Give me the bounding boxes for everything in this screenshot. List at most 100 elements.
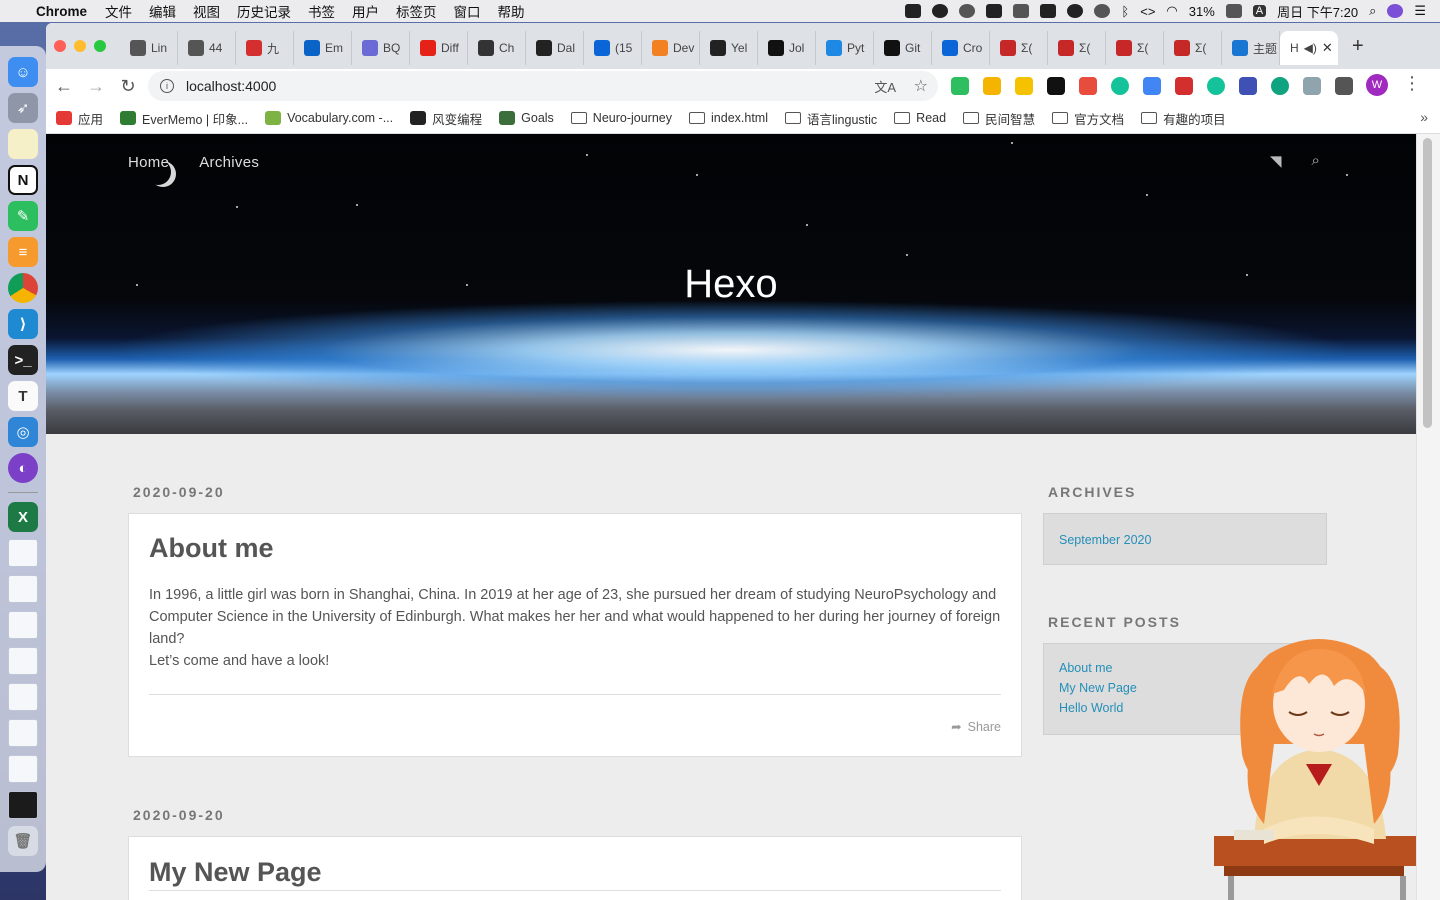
browser-tab[interactable]: Diff — [410, 31, 468, 65]
screenshot-extension-icon[interactable] — [1079, 77, 1097, 95]
bookmark-item[interactable]: 语言lingustic — [785, 109, 877, 128]
post-title[interactable]: About me — [149, 533, 1001, 564]
browser-tab[interactable]: Em — [294, 31, 352, 65]
document-thumbnail[interactable] — [8, 755, 38, 783]
url-text[interactable]: localhost:4000 — [186, 78, 276, 94]
network-app-icon[interactable]: ◎ — [8, 417, 38, 447]
battery-percent[interactable]: 31% — [1189, 4, 1215, 19]
bookmark-item[interactable]: 民间智慧 — [963, 109, 1035, 128]
m-extension-icon[interactable] — [1015, 77, 1033, 95]
drive-extension-icon[interactable] — [983, 77, 1001, 95]
creative-cloud-icon[interactable] — [1067, 4, 1084, 18]
wifi-icon[interactable]: ◠ — [1166, 3, 1177, 19]
browser-tab[interactable]: Dal — [526, 31, 584, 65]
more-bookmarks-icon[interactable]: » — [1420, 109, 1428, 125]
browser-tab[interactable]: BQ — [352, 31, 410, 65]
pdf-extension-icon[interactable] — [1175, 77, 1193, 95]
finder-icon[interactable]: ☺ — [8, 57, 38, 87]
zoom-window-button[interactable] — [94, 40, 106, 52]
bookmark-item[interactable]: Read — [894, 111, 946, 125]
share-link[interactable]: ➦ Share — [951, 719, 1001, 735]
browser-tab[interactable]: 主题 — [1222, 31, 1280, 65]
menu-edit[interactable]: 编辑 — [149, 1, 176, 21]
new-tab-button[interactable]: + — [1352, 35, 1364, 58]
close-window-button[interactable] — [54, 40, 66, 52]
sublime-icon[interactable]: ≡ — [8, 237, 38, 267]
browser-tab[interactable]: 九 — [236, 31, 294, 65]
browser-tab[interactable]: Σ( — [1164, 31, 1222, 65]
post-date[interactable]: 2020-09-20 — [133, 484, 225, 500]
excel-file-icon[interactable]: X — [8, 502, 38, 532]
bookmark-item[interactable]: 官方文档 — [1052, 109, 1124, 128]
bookmark-item[interactable]: Neuro-journey — [570, 111, 672, 125]
nav-archives[interactable]: Archives — [199, 154, 259, 171]
magnifier-app-icon[interactable] — [959, 4, 976, 18]
cat-icon[interactable] — [1040, 4, 1057, 18]
browser-tab[interactable]: Jol — [758, 31, 816, 65]
bookmark-item[interactable]: index.html — [689, 111, 768, 125]
evernote-dock-icon[interactable]: ✎ — [8, 201, 38, 231]
menu-history[interactable]: 历史记录 — [237, 1, 291, 21]
scrollbar-thumb[interactable] — [1423, 138, 1432, 428]
search-extension-icon[interactable] — [1303, 77, 1321, 95]
browser-tab[interactable]: Σ( — [990, 31, 1048, 65]
more-menu-icon[interactable]: ⋮ — [1403, 73, 1421, 94]
document-thumbnail[interactable] — [8, 791, 38, 819]
menu-view[interactable]: 视图 — [193, 1, 220, 21]
bookmark-item[interactable]: EverMemo | 印象... — [120, 109, 248, 128]
browser-tab[interactable]: Σ( — [1048, 31, 1106, 65]
browser-tab[interactable]: Yel — [700, 31, 758, 65]
terminal-icon[interactable]: >_ — [8, 345, 38, 375]
document-thumbnail[interactable] — [8, 575, 38, 603]
menu-tabs[interactable]: 标签页 — [396, 1, 437, 21]
battery-icon[interactable] — [1225, 4, 1242, 18]
site-info-icon[interactable]: i — [160, 79, 174, 93]
puzzle-extensions-icon[interactable] — [1335, 77, 1353, 95]
page-scrollbar[interactable] — [1416, 134, 1440, 900]
bookmark-item[interactable]: 应用 — [56, 109, 103, 128]
bookmark-star-icon[interactable]: ☆ — [914, 76, 928, 96]
typora-icon[interactable]: T — [8, 381, 38, 411]
document-thumbnail[interactable] — [8, 719, 38, 747]
audio-playing-icon[interactable]: ◀) — [1304, 41, 1317, 55]
notification-center-icon[interactable]: ☰ — [1414, 3, 1426, 19]
trash-icon[interactable]: 🗑 — [8, 826, 38, 856]
browser-tab[interactable]: Ch — [468, 31, 526, 65]
menu-window[interactable]: 窗口 — [454, 1, 481, 21]
input-method-indicator[interactable]: A — [1252, 5, 1267, 17]
bookmark-item[interactable]: Goals — [499, 111, 554, 125]
browser-tab[interactable]: Lin — [120, 31, 178, 65]
tab-active[interactable]: H ◀) ✕ — [1280, 31, 1338, 65]
spotlight-icon[interactable]: ⌕ — [1369, 3, 1376, 19]
menu-file[interactable]: 文件 — [105, 1, 132, 21]
forward-button[interactable]: → — [80, 76, 112, 97]
browser-tab[interactable]: Dev — [642, 31, 700, 65]
browser-tab[interactable]: Pyt — [816, 31, 874, 65]
bookmark-item[interactable]: 有趣的项目 — [1141, 109, 1226, 128]
menu-bookmarks[interactable]: 书签 — [308, 1, 335, 21]
post-title[interactable]: My New Page — [149, 857, 1001, 888]
menu-help[interactable]: 帮助 — [498, 1, 525, 21]
github-desktop-icon[interactable]: ◐ — [8, 453, 38, 483]
chrome-icon[interactable] — [8, 273, 38, 303]
post-date[interactable]: 2020-09-20 — [133, 807, 225, 823]
evernote-extension-icon[interactable] — [951, 77, 969, 95]
back-button[interactable]: ← — [48, 76, 80, 97]
grid-app-icon[interactable] — [1013, 4, 1030, 18]
notion-icon[interactable]: N — [8, 165, 38, 195]
cloud-icon[interactable] — [1094, 4, 1111, 18]
browser-tab[interactable]: Cro — [932, 31, 990, 65]
bookmark-item[interactable]: 风变编程 — [410, 109, 482, 128]
evernote-helper-icon[interactable] — [932, 4, 949, 18]
document-thumbnail[interactable] — [8, 539, 38, 567]
code-icon[interactable]: <> — [1140, 4, 1155, 19]
vscode-icon[interactable]: ⟩ — [8, 309, 38, 339]
translate-extension-icon[interactable] — [1143, 77, 1161, 95]
bluetooth-icon[interactable]: ᛒ — [1121, 4, 1129, 19]
launchpad-icon[interactable]: ➶ — [8, 93, 38, 123]
bookmark-item[interactable]: Vocabulary.com -... — [265, 111, 393, 125]
browser-tab[interactable]: 44 — [178, 31, 236, 65]
close-tab-icon[interactable]: ✕ — [1322, 40, 1333, 56]
rss-icon[interactable]: ◥ — [1270, 152, 1282, 170]
address-bar[interactable]: i localhost:4000 文A ☆ — [148, 71, 938, 101]
